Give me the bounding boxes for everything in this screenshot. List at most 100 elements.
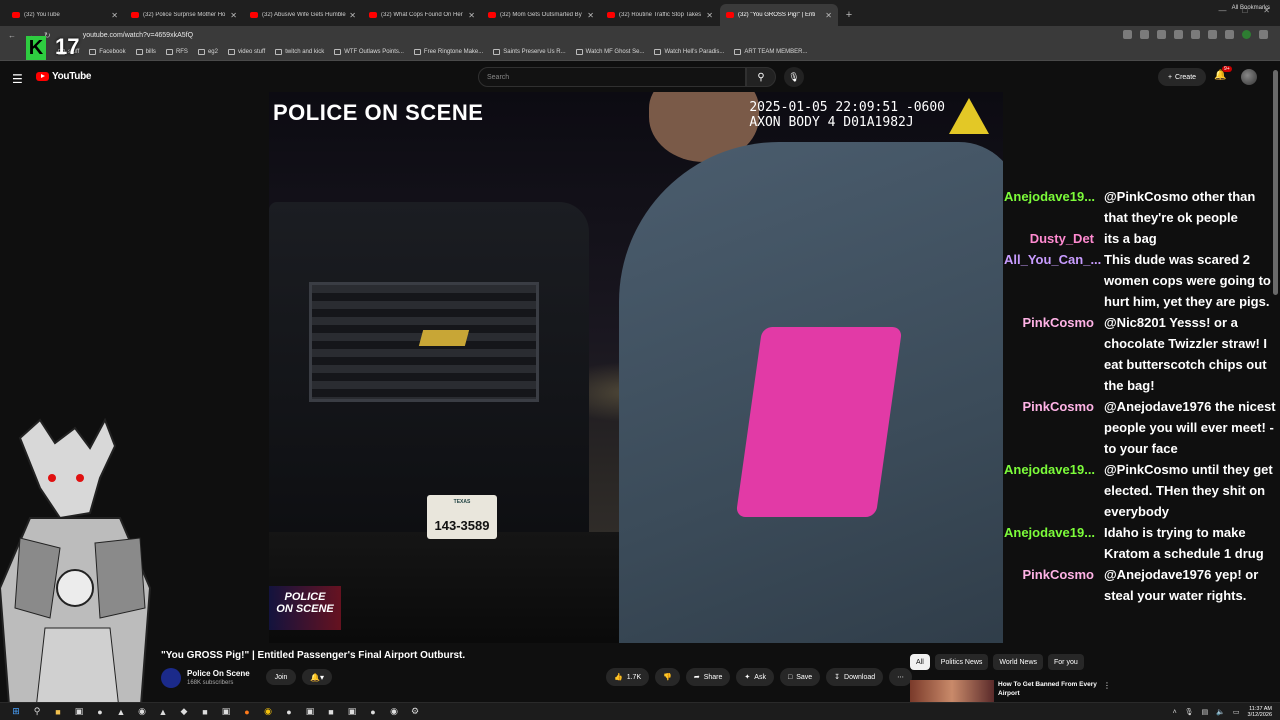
filter-chip[interactable]: Politics News [934,654,989,670]
voice-search-button[interactable]: 🎙 [784,67,804,87]
sidepanel-icon[interactable] [1225,30,1234,39]
windows-start-icon[interactable]: ⊞ [10,706,22,718]
bookmark-item[interactable]: bills [135,49,156,55]
app-icon[interactable]: ▲ [157,706,169,718]
chat-username[interactable]: Anejodave19... [1004,459,1104,522]
battery-icon[interactable]: ▭ [1233,708,1240,716]
browser-tab[interactable]: (32) Abusive Wife Gets Humble ✕ [244,4,362,26]
close-tab-icon[interactable]: ✕ [230,11,237,20]
back-icon[interactable]: ← [8,31,16,40]
bookmark-item[interactable]: Free Ringtone Make... [413,49,483,55]
dislike-button[interactable]: 👎 [655,668,680,686]
chat-username[interactable]: Anejodave19... [1004,522,1104,564]
browser-tab[interactable]: (32) "You GROSS Pig!" | Enti ✕ [720,4,838,26]
app-icon[interactable]: ■ [325,706,337,718]
filter-chip[interactable]: World News [993,654,1044,670]
puzzle-icon[interactable] [1191,30,1200,39]
save-button[interactable]: □ Save [779,668,821,686]
like-button[interactable]: 👍 1.7K [606,668,650,686]
profile-icon[interactable] [1242,30,1251,39]
settings-icon[interactable]: ⚙ [409,706,421,718]
all-bookmarks[interactable]: All Bookmarks [1232,5,1270,11]
scrollbar[interactable] [1273,70,1278,295]
file-explorer-icon[interactable]: ■ [52,706,64,718]
filter-chip[interactable]: All [910,654,930,670]
bookmark-item[interactable]: Watch Hell's Paradis... [654,49,724,55]
app-icon[interactable]: ● [283,706,295,718]
recommendation-thumbnail[interactable] [910,680,994,702]
chat-username[interactable]: Anejodave19... [1004,186,1104,228]
create-button[interactable]: + Create [1158,68,1206,86]
chat-username[interactable]: PinkCosmo [1004,564,1104,606]
chat-username[interactable]: All_You_Can_... [1004,249,1104,312]
bookmark-item[interactable]: twitch and kick [275,49,324,55]
minimize-icon[interactable]: — [1218,6,1226,15]
bookmark-item[interactable]: RFS [165,49,188,55]
app-icon[interactable]: ◆ [178,706,190,718]
extension-icon[interactable] [1174,30,1183,39]
close-tab-icon[interactable]: ✕ [111,11,118,20]
search-input[interactable]: Search [478,67,746,87]
close-tab-icon[interactable]: ✕ [825,11,832,20]
install-icon[interactable] [1123,30,1132,39]
app-icon[interactable]: ▲ [115,706,127,718]
filter-chip[interactable]: For you [1048,654,1084,670]
app-icon[interactable]: ▣ [346,706,358,718]
app-icon[interactable]: ● [94,706,106,718]
app-icon[interactable]: ■ [199,706,211,718]
url-field[interactable]: youtube.com/watch?v=4659xkA5fQ [83,32,193,39]
chrome-icon[interactable]: ◉ [262,706,274,718]
menu-icon[interactable]: ☰ [12,72,23,86]
close-tab-icon[interactable]: ✕ [349,11,356,20]
app-icon[interactable]: ● [367,706,379,718]
more-icon[interactable]: ⋮ [1103,681,1111,690]
chat-username[interactable]: PinkCosmo [1004,396,1104,459]
channel-name[interactable]: Police On Scene [187,669,250,678]
recommendation-title[interactable]: How To Get Banned From Every Airport [998,680,1102,698]
chat-username[interactable]: Dusty_Det [1004,228,1104,249]
avatar[interactable] [1241,69,1257,85]
bookmark-item[interactable]: Saints Preserve Us R... [493,49,566,55]
channel-avatar[interactable] [161,668,181,688]
share-button[interactable]: ➦ Share [685,668,731,686]
chevron-up-icon[interactable]: ˄ [1173,709,1177,716]
app-icon[interactable]: ▣ [73,706,85,718]
download-icon[interactable] [1208,30,1217,39]
browser-tab[interactable]: (32) Routine Traffic Stop Takes ✕ [601,4,719,26]
volume-icon[interactable]: 🔈 [1216,708,1225,716]
more-actions-button[interactable]: ⋯ [889,668,913,686]
youtube-logo[interactable]: YouTube [36,71,92,82]
app-icon[interactable]: ◉ [388,706,400,718]
bookmark-item[interactable]: eg2 [197,49,218,55]
browser-tab[interactable]: (32) Mom Gets Outsmarted By ✕ [482,4,600,26]
browser-tab[interactable]: (32) Police Surprise Mother Ho ✕ [125,4,243,26]
browser-tab[interactable]: (32) What Cops Found On Her ✕ [363,4,481,26]
extension-icon[interactable] [1157,30,1166,39]
close-tab-icon[interactable]: ✕ [706,11,713,20]
browser-tab[interactable]: (32) YouTube ✕ [6,4,124,26]
ask-button[interactable]: ✦ Ask [736,668,774,686]
bookmark-item[interactable]: ART TEAM MEMBER... [734,49,807,55]
bookmark-item[interactable]: Watch MF Ghost Se... [575,49,644,55]
join-button[interactable]: Join [266,669,296,685]
menu-icon[interactable] [1259,30,1268,39]
new-tab-button[interactable]: + [839,4,859,26]
close-tab-icon[interactable]: ✕ [468,11,475,20]
download-button[interactable]: ↧ Download [826,668,884,686]
chat-username[interactable]: PinkCosmo [1004,312,1104,396]
bookmark-item[interactable]: Facebook [89,49,126,55]
bookmark-item[interactable]: video stuff [227,49,265,55]
network-icon[interactable]: ▤ [1202,708,1209,716]
app-icon[interactable]: ▣ [220,706,232,718]
video-player[interactable]: TEXAS 143-3589 POLICE ON SCENE 2025-01-0… [269,92,1003,643]
app-icon[interactable]: ◉ [136,706,148,718]
subscription-bell-button[interactable]: 🔔▾ [302,669,332,685]
clock[interactable]: 11:37 AM 3/12/2026 [1248,706,1272,718]
app-icon[interactable]: ▣ [304,706,316,718]
search-icon[interactable]: ⚲ [31,706,43,718]
star-icon[interactable] [1140,30,1149,39]
close-tab-icon[interactable]: ✕ [587,11,594,20]
search-button[interactable]: ⚲ [746,67,776,87]
firefox-icon[interactable]: ● [241,706,253,718]
mic-icon[interactable]: 🎙 [1185,708,1194,716]
